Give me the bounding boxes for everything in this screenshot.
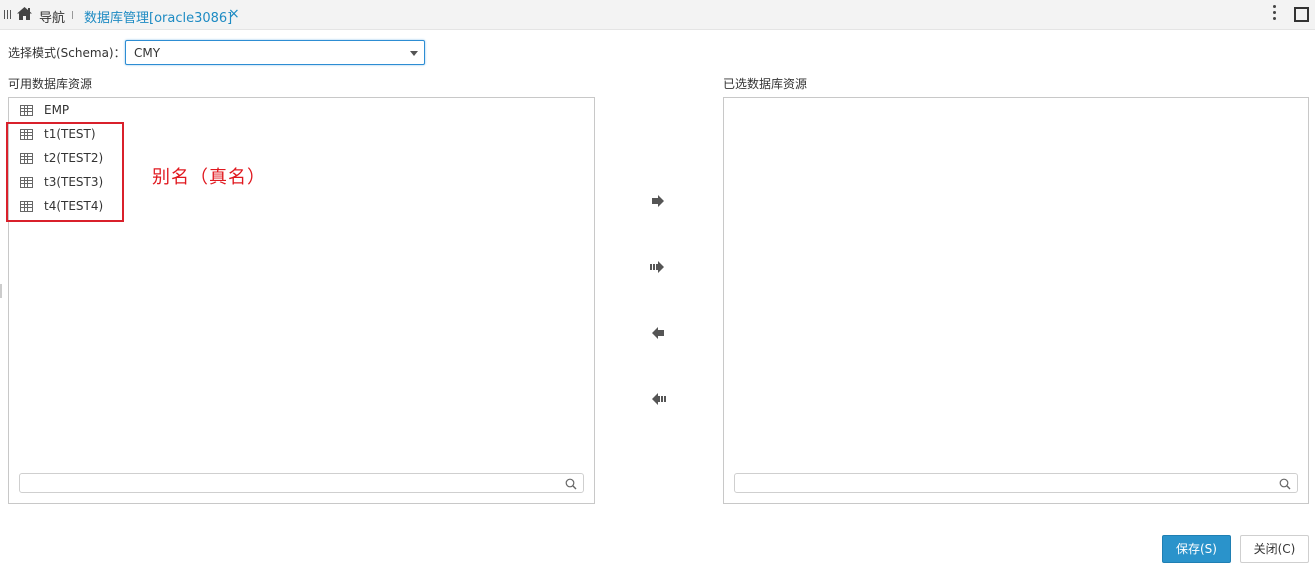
chevron-down-icon[interactable] <box>410 51 418 56</box>
annotation-text: 别名（真名） <box>152 167 266 188</box>
home-icon[interactable] <box>16 6 33 21</box>
sidebar-toggle-icon[interactable] <box>4 10 13 19</box>
available-panel-title: 可用数据库资源 <box>8 77 93 91</box>
move-all-right-icon[interactable] <box>648 259 668 275</box>
table-icon <box>20 105 33 116</box>
annotation-highlight-box <box>6 122 124 222</box>
tab-database-management[interactable]: 数据库管理[oracle3086] <box>84 7 232 26</box>
save-button[interactable]: 保存(S) <box>1162 535 1231 563</box>
maximize-icon[interactable] <box>1294 7 1309 22</box>
selected-search-input[interactable] <box>734 473 1298 493</box>
selected-panel-title: 已选数据库资源 <box>723 77 808 91</box>
list-item-label: EMP <box>44 103 70 117</box>
schema-selected-value: CMY <box>134 46 161 60</box>
collapse-handle[interactable] <box>0 284 2 298</box>
search-icon[interactable] <box>1279 478 1291 490</box>
tab-divider <box>72 11 73 19</box>
selected-resources-list <box>723 97 1309 504</box>
close-button[interactable]: 关闭(C) <box>1240 535 1309 563</box>
schema-label: 选择模式(Schema)： <box>8 46 126 60</box>
move-left-icon[interactable] <box>648 325 668 341</box>
close-tab-icon[interactable]: × <box>228 7 240 22</box>
available-search-input[interactable] <box>19 473 584 493</box>
top-tab-bar: 导航 数据库管理[oracle3086] × <box>0 0 1315 30</box>
search-icon[interactable] <box>565 478 577 490</box>
move-right-icon[interactable] <box>648 193 668 209</box>
nav-tab[interactable]: 导航 <box>39 7 65 26</box>
move-all-left-icon[interactable] <box>648 391 668 407</box>
more-options-icon[interactable] <box>1273 5 1277 22</box>
schema-select[interactable]: CMY <box>125 40 425 65</box>
